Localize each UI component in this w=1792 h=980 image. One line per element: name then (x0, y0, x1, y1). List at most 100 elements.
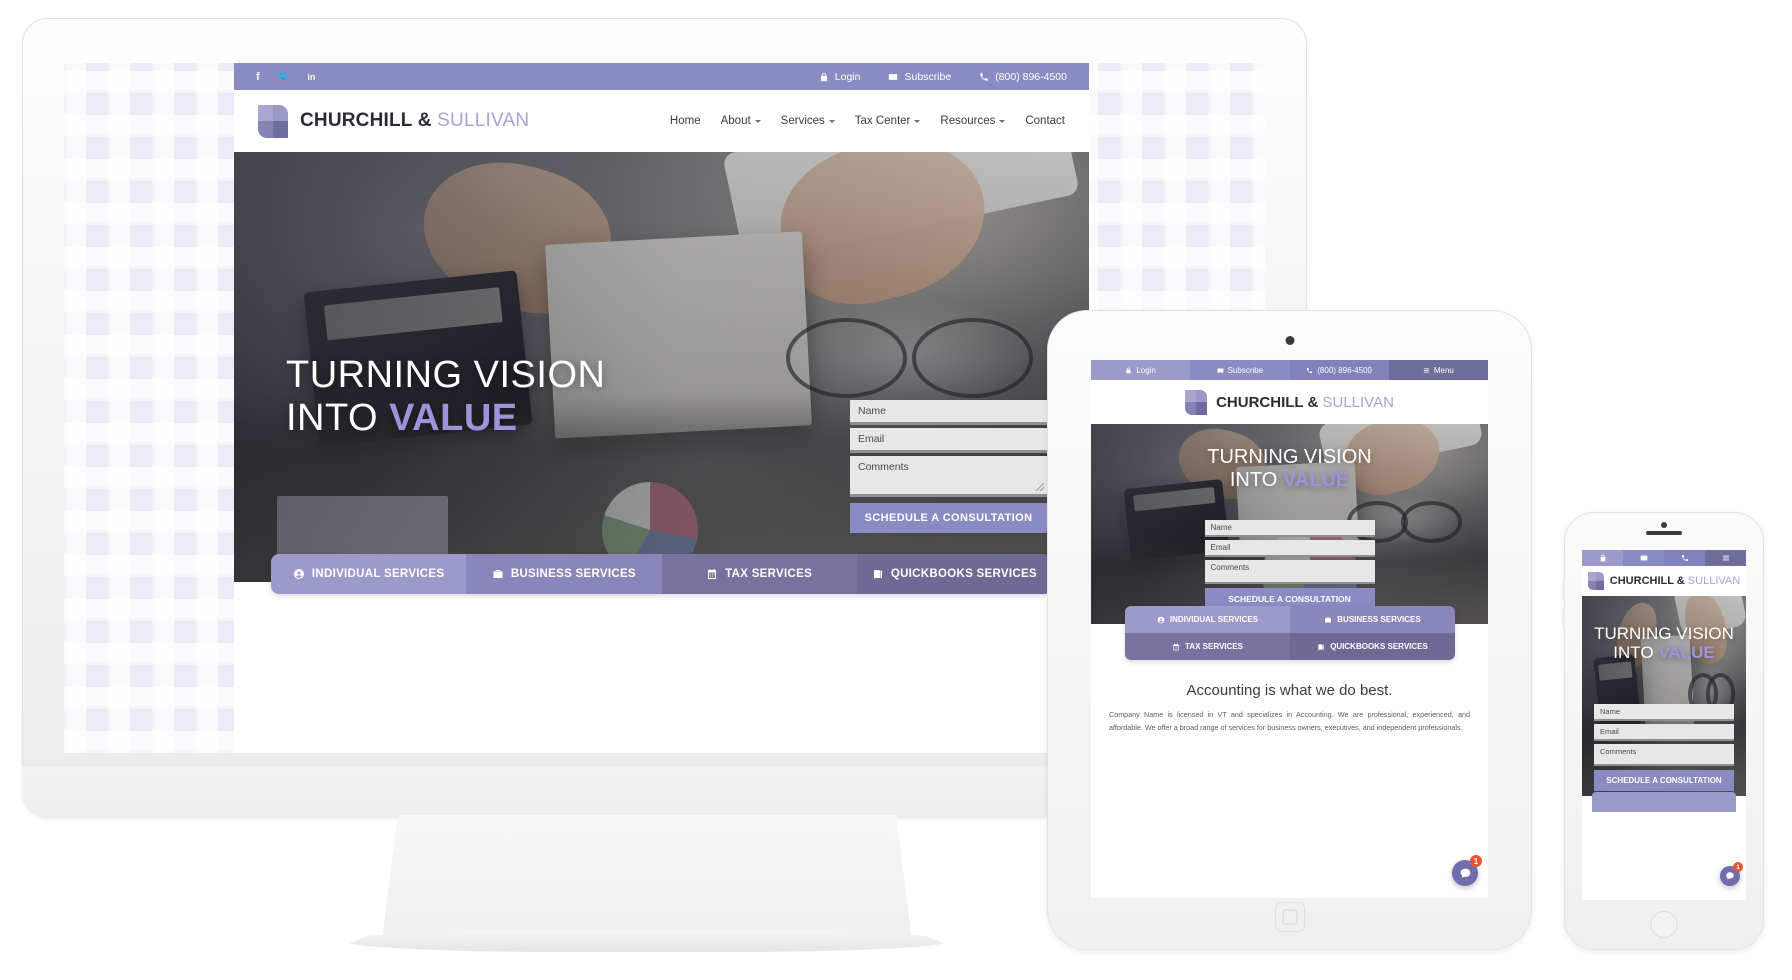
desktop-website: f 🐦 in Login Subscribe (800) 896-4500 CH… (234, 63, 1089, 753)
service-label: TAX SERVICES (725, 568, 813, 580)
logo-text-primary: CHURCHILL & (1609, 575, 1685, 587)
calendar-icon (708, 569, 717, 579)
comments-textarea[interactable] (1594, 744, 1734, 766)
desktop-header: CHURCHILL & SULLIVAN Home About Services… (234, 90, 1089, 152)
subscribe-link[interactable]: Subscribe (888, 71, 951, 83)
topbar-links: Login Subscribe (800) 896-4500 (819, 71, 1067, 83)
service-tab-individual[interactable]: INDIVIDUAL SERVICES (1125, 606, 1290, 633)
phone-header: CHURCHILL & SULLIVAN (1582, 566, 1746, 596)
tablet-services-grid: INDIVIDUAL SERVICES BUSINESS SERVICES TA… (1125, 606, 1455, 660)
lock-icon (1600, 554, 1605, 562)
chat-unread-badge: 1 (1733, 862, 1743, 872)
phone-login-button[interactable] (1582, 550, 1623, 566)
tablet-logo-text[interactable]: CHURCHILL & SULLIVAN (1216, 394, 1394, 411)
tablet-topbar: Login Subscribe (800) 896-4500 Menu (1091, 360, 1488, 380)
tablet-hero: TURNING VISION INTO VALUE SCHEDULE A CON… (1091, 424, 1488, 624)
tablet-home-button[interactable] (1274, 902, 1305, 932)
calendar-icon (1173, 643, 1179, 650)
phone-hero-headline: TURNING VISION INTO VALUE (1582, 624, 1746, 662)
service-tab-tax[interactable]: TAX SERVICES (1125, 633, 1290, 660)
briefcase-icon (1325, 616, 1332, 623)
tablet-screen: Login Subscribe (800) 896-4500 Menu CHUR… (1091, 360, 1488, 898)
service-tab-business[interactable]: BUSINESS SERVICES (466, 554, 662, 594)
envelope-icon (1217, 367, 1223, 373)
phone-screen: CHURCHILL & SULLIVAN TURNING VISION INTO… (1582, 550, 1746, 900)
tablet-phone-link[interactable]: (800) 896-4500 (1289, 360, 1389, 380)
nav-item-tax-center[interactable]: Tax Center (855, 115, 921, 127)
phone-volume-down-button[interactable] (1562, 608, 1565, 626)
hamburger-menu-icon (1722, 555, 1729, 561)
service-tab-tax[interactable]: TAX SERVICES (661, 554, 857, 594)
content-paragraph: Company Name is licensed in VT and speci… (1109, 710, 1470, 733)
nav-item-contact[interactable]: Contact (1025, 115, 1065, 127)
comments-textarea[interactable] (850, 456, 1047, 497)
linkedin-icon[interactable]: in (307, 72, 315, 82)
name-input[interactable] (850, 400, 1047, 425)
tablet-menu-button[interactable]: Menu (1388, 360, 1488, 380)
hamburger-menu-icon (1423, 367, 1429, 373)
chevron-down-icon (999, 119, 1006, 123)
name-input[interactable] (1204, 520, 1375, 537)
tablet-subscribe-link[interactable]: Subscribe (1190, 360, 1290, 380)
phone-logo-text[interactable]: CHURCHILL & SULLIVAN (1610, 575, 1740, 587)
phone-services-bar[interactable] (1592, 792, 1736, 812)
hero-headline-accent: VALUE (1282, 468, 1350, 491)
chat-bubble-icon (1460, 868, 1470, 878)
phone-volume-up-button[interactable] (1562, 582, 1565, 600)
user-circle-icon (1157, 616, 1165, 623)
tablet-login-link[interactable]: Login (1091, 360, 1191, 380)
nav-label: Tax Center (854, 115, 911, 127)
nav-item-resources[interactable]: Resources (940, 115, 1006, 127)
email-input[interactable] (850, 428, 1047, 453)
briefcase-icon (493, 570, 503, 578)
hero-headline-line1: TURNING VISION (1594, 624, 1734, 643)
logo-text-secondary: SULLIVAN (1687, 575, 1741, 587)
phone-icon (1307, 367, 1313, 373)
chevron-down-icon (828, 119, 835, 123)
service-tab-quickbooks[interactable]: QUICKBOOKS SERVICES (1290, 633, 1455, 660)
email-input[interactable] (1594, 724, 1734, 741)
chat-widget-button[interactable]: 1 (1452, 855, 1482, 886)
phone-consultation-form: SCHEDULE A CONSULTATION (1594, 704, 1734, 791)
nav-item-about[interactable]: About (721, 115, 761, 127)
name-input[interactable] (1594, 704, 1734, 721)
schedule-consultation-button[interactable]: SCHEDULE A CONSULTATION (850, 503, 1047, 533)
consultation-form: SCHEDULE A CONSULTATION (850, 400, 1047, 533)
nav-item-home[interactable]: Home (670, 115, 701, 127)
nav-label: About (720, 115, 751, 127)
phone-menu-button[interactable] (1705, 550, 1746, 566)
chevron-down-icon (914, 119, 921, 123)
phone-icon (1681, 555, 1688, 561)
service-label: INDIVIDUAL SERVICES (311, 568, 445, 580)
comments-textarea[interactable] (1204, 560, 1375, 584)
tablet-mockup: Login Subscribe (800) 896-4500 Menu CHUR… (1047, 310, 1532, 950)
hero-headline-line2: INTO VALUE (286, 397, 605, 440)
chat-widget-button[interactable]: 1 (1720, 862, 1743, 886)
phone-label: (800) 896-4500 (995, 70, 1067, 83)
facebook-icon[interactable]: f (256, 71, 260, 83)
service-tab-individual[interactable]: INDIVIDUAL SERVICES (271, 554, 467, 594)
login-link[interactable]: Login (819, 70, 861, 83)
site-logo[interactable]: CHURCHILL & SULLIVAN (258, 104, 529, 138)
logo-mark-icon (1185, 389, 1208, 415)
phone-hero: TURNING VISION INTO VALUE SCHEDULE A CON… (1582, 596, 1746, 796)
phone-mockup: CHURCHILL & SULLIVAN TURNING VISION INTO… (1562, 512, 1764, 950)
nav-item-services[interactable]: Services (781, 115, 835, 127)
envelope-icon (1640, 555, 1647, 561)
nav-label: Home (669, 115, 701, 127)
phone-icon (980, 72, 988, 81)
email-input[interactable] (1204, 540, 1375, 557)
service-tab-business[interactable]: BUSINESS SERVICES (1290, 606, 1455, 633)
schedule-consultation-button[interactable]: SCHEDULE A CONSULTATION (1594, 770, 1734, 791)
phone-call-button[interactable] (1664, 550, 1705, 566)
hero-headline-prefix: INTO (1229, 468, 1283, 491)
phone-link[interactable]: (800) 896-4500 (979, 71, 1067, 83)
chat-bubble-icon (1726, 872, 1734, 880)
twitter-icon[interactable]: 🐦 (277, 70, 291, 83)
phone-home-button[interactable] (1650, 911, 1678, 938)
login-label: Login (834, 70, 861, 83)
phone-subscribe-button[interactable] (1623, 550, 1664, 566)
service-tab-quickbooks[interactable]: QUICKBOOKS SERVICES (856, 554, 1052, 594)
tablet-header: CHURCHILL & SULLIVAN (1091, 380, 1488, 424)
envelope-icon (889, 73, 898, 80)
